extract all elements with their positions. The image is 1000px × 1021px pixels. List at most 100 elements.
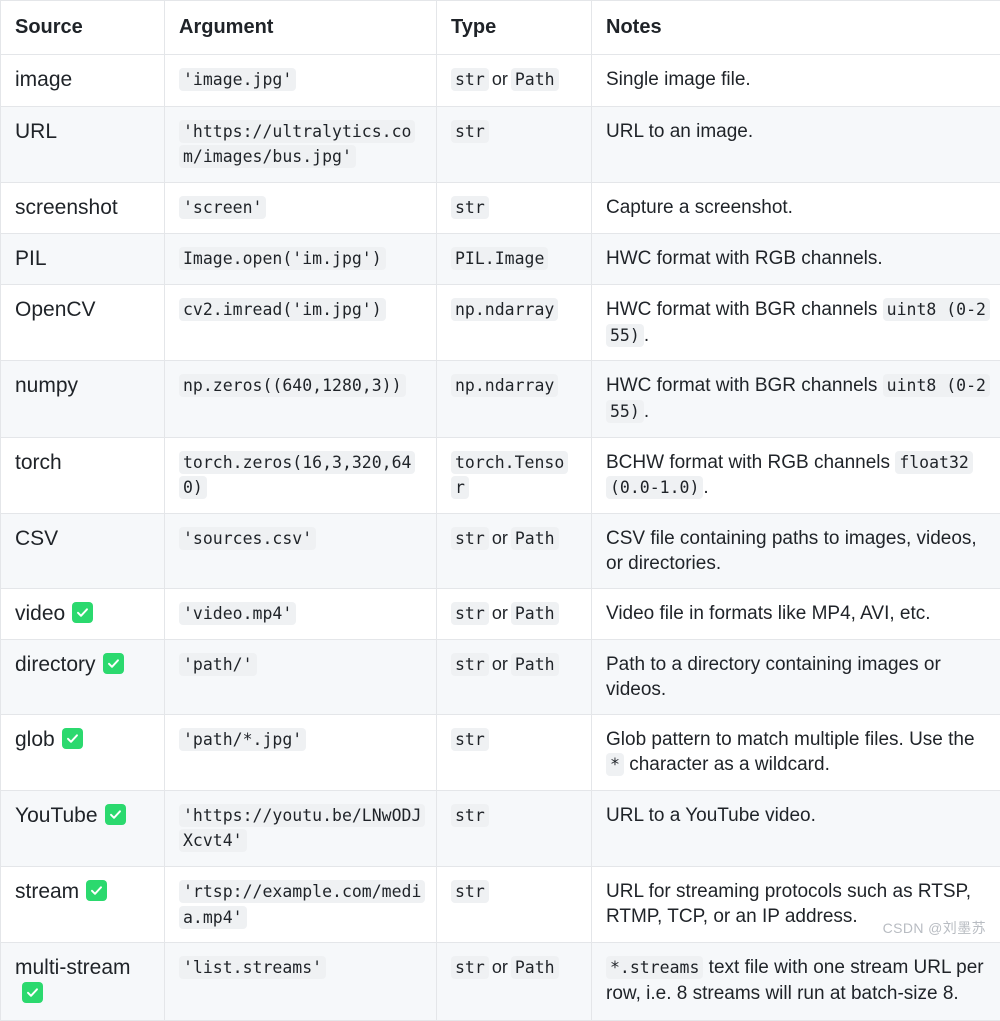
source-name: CSV	[15, 527, 58, 550]
cell-source: CSV	[1, 513, 165, 588]
code-token: torch.Tensor	[451, 451, 568, 500]
code-token: Path	[511, 68, 559, 91]
argument-code: 'sources.csv'	[179, 527, 316, 550]
cell-argument: np.zeros((640,1280,3))	[165, 361, 437, 437]
source-label: YouTube	[15, 803, 150, 829]
cell-type: str	[437, 715, 592, 791]
argument-code: 'path/'	[179, 653, 257, 676]
argument-code: 'screen'	[179, 196, 266, 219]
source-label: directory	[15, 652, 150, 678]
cell-source: directory	[1, 640, 165, 715]
source-label: URL	[15, 119, 150, 145]
check-icon	[103, 653, 124, 674]
type-separator: or	[489, 528, 511, 548]
code-token: str	[451, 653, 489, 676]
source-label: numpy	[15, 373, 150, 399]
code-token: PIL.Image	[451, 247, 548, 270]
cell-source: video	[1, 588, 165, 639]
table-row: screenshot 'screen' str Capture a screensho…	[1, 182, 1000, 233]
table-body: image'image.jpg'strorPathSingle image fi…	[1, 55, 1000, 1020]
source-name: stream	[15, 880, 79, 903]
cell-argument: 'list.streams'	[165, 943, 437, 1021]
source-name: YouTube	[15, 804, 98, 827]
cell-source: stream	[1, 866, 165, 942]
cell-source: OpenCV	[1, 285, 165, 361]
source-name: URL	[15, 120, 57, 143]
text-fragment: URL to an image.	[606, 121, 753, 142]
argument-code: np.zeros((640,1280,3))	[179, 374, 406, 397]
sources-table: Source Argument Type Notes image'image.j…	[0, 0, 1000, 1021]
source-label: screenshot	[15, 195, 150, 221]
cell-argument: torch.zeros(16,3,320,640)	[165, 437, 437, 513]
cell-notes: Glob pattern to match multiple files. Us…	[592, 715, 1000, 791]
cell-argument: 'path/*.jpg'	[165, 715, 437, 791]
cell-type: str	[437, 866, 592, 942]
cell-argument: Image.open('im.jpg')	[165, 234, 437, 285]
table-row: CSV'sources.csv'strorPathCSV file contai…	[1, 513, 1000, 588]
code-token: *	[606, 753, 624, 776]
cell-source: YouTube	[1, 790, 165, 866]
cell-type: strorPath	[437, 588, 592, 639]
source-name: PIL	[15, 247, 47, 270]
table-row: video'video.mp4'strorPathVideo file in f…	[1, 588, 1000, 639]
cell-notes: Path to a directory containing images or…	[592, 640, 1000, 715]
cell-argument: 'image.jpg'	[165, 55, 437, 106]
table-header-row: Source Argument Type Notes	[1, 1, 1000, 55]
table-row: PIL Image.open('im.jpg') PIL.Image HWC form…	[1, 234, 1000, 285]
table-row: URL 'https://ultralytics.com/images/bus.j…	[1, 106, 1000, 182]
code-token: str	[451, 956, 489, 979]
source-name: torch	[15, 451, 62, 474]
type-separator: or	[489, 69, 511, 89]
code-token: str	[451, 196, 489, 219]
source-label: video	[15, 601, 150, 627]
argument-code: cv2.imread('im.jpg')	[179, 298, 386, 321]
source-label: CSV	[15, 526, 150, 552]
type-separator: or	[489, 603, 511, 623]
cell-argument: 'https://youtu.be/LNwODJXcvt4'	[165, 790, 437, 866]
cell-source: multi-stream	[1, 943, 165, 1021]
cell-source: glob	[1, 715, 165, 791]
text-fragment: Capture a screenshot.	[606, 197, 793, 218]
text-fragment: Single image file.	[606, 69, 751, 90]
cell-notes: Video file in formats like MP4, AVI, etc…	[592, 588, 1000, 639]
source-name: glob	[15, 728, 55, 751]
cell-notes: URL to a YouTube video.	[592, 790, 1000, 866]
source-name: multi-stream	[15, 956, 131, 979]
cell-argument: 'screen'	[165, 182, 437, 233]
code-token: np.ndarray	[451, 298, 558, 321]
argument-code: Image.open('im.jpg')	[179, 247, 386, 270]
source-name: OpenCV	[15, 298, 96, 321]
text-fragment: Path to a directory containing images or…	[606, 654, 941, 700]
cell-source: PIL	[1, 234, 165, 285]
cell-type: torch.Tensor	[437, 437, 592, 513]
cell-source: numpy	[1, 361, 165, 437]
argument-code: 'image.jpg'	[179, 68, 296, 91]
column-header-source: Source	[1, 1, 165, 55]
column-header-notes: Notes	[592, 1, 1000, 55]
cell-argument: 'https://ultralytics.com/images/bus.jpg'	[165, 106, 437, 182]
cell-type: str	[437, 182, 592, 233]
cell-notes: URL to an image.	[592, 106, 1000, 182]
code-token: Path	[511, 956, 559, 979]
code-token: Path	[511, 602, 559, 625]
check-icon	[22, 982, 43, 1003]
argument-code: 'https://youtu.be/LNwODJXcvt4'	[179, 804, 425, 853]
text-fragment: HWC format with BGR channels	[606, 299, 883, 320]
table-row: numpynp.zeros((640,1280,3))np.ndarrayHWC…	[1, 361, 1000, 437]
table-row: YouTube'https://youtu.be/LNwODJXcvt4'str…	[1, 790, 1000, 866]
table-row: directory'path/'strorPathPath to a direc…	[1, 640, 1000, 715]
check-icon	[62, 728, 83, 749]
argument-code: torch.zeros(16,3,320,640)	[179, 451, 415, 500]
cell-argument: 'path/'	[165, 640, 437, 715]
cell-notes: HWC format with RGB channels.	[592, 234, 1000, 285]
cell-source: URL	[1, 106, 165, 182]
source-label: torch	[15, 450, 150, 476]
cell-type: PIL.Image	[437, 234, 592, 285]
cell-source: torch	[1, 437, 165, 513]
source-label: glob	[15, 727, 150, 753]
cell-argument: 'sources.csv'	[165, 513, 437, 588]
argument-code: 'path/*.jpg'	[179, 728, 306, 751]
source-label: OpenCV	[15, 297, 150, 323]
source-label: PIL	[15, 246, 150, 272]
argument-code: 'https://ultralytics.com/images/bus.jpg'	[179, 120, 415, 169]
